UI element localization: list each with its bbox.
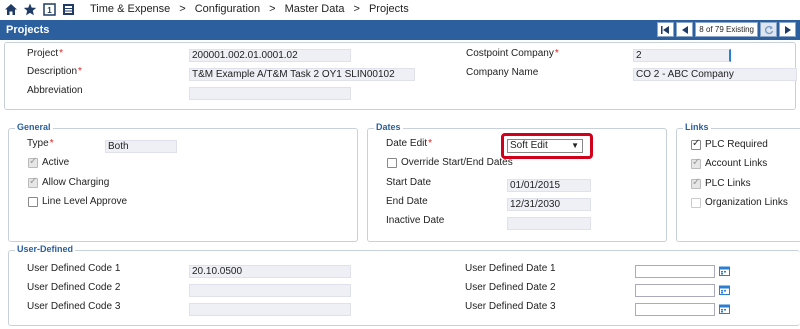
date-edit-label: Date Edit* <box>386 138 433 149</box>
user-defined-code-1-field[interactable]: 20.10.0500 <box>189 265 351 278</box>
user-defined-date-1-label: User Defined Date 1 <box>465 263 556 274</box>
start-date-label: Start Date <box>386 177 432 188</box>
description-field[interactable]: T&M Example A/T&M Task 2 OY1 SLIN00102 <box>189 68 415 81</box>
costpoint-company-field[interactable]: 2 <box>633 49 731 62</box>
dates-section: Dates Date Edit* Soft Edit ▼ Override St… <box>367 122 667 242</box>
previous-icon <box>681 25 688 34</box>
plc-links-label: PLC Links <box>705 178 751 189</box>
override-dates-checkbox[interactable] <box>387 158 397 168</box>
breadcrumb-item-master-data[interactable]: Master Data <box>285 3 345 15</box>
breadcrumb-separator: > <box>353 3 360 15</box>
links-section: Links PLC Required Account Links PLC Lin… <box>676 122 800 242</box>
organization-links-label: Organization Links <box>705 197 788 208</box>
links-section-title: Links <box>683 122 711 132</box>
home-icon[interactable] <box>3 1 19 17</box>
description-label: Description* <box>27 66 82 77</box>
project-header-panel: Project* 200001.002.01.0001.02 Descripti… <box>4 42 797 110</box>
user-defined-section: User-Defined User Defined Code 1 20.10.0… <box>8 244 800 326</box>
user-defined-code-2-field[interactable] <box>189 284 351 297</box>
breadcrumb: Time & Expense > Configuration > Master … <box>90 3 409 15</box>
breadcrumb-item-projects[interactable]: Projects <box>369 3 409 15</box>
allow-charging-checkbox[interactable] <box>28 176 38 188</box>
type-field[interactable]: Both <box>105 140 177 153</box>
previous-record-button[interactable] <box>676 22 694 37</box>
window-count-icon[interactable]: 1 <box>41 1 57 17</box>
company-name-label: Company Name <box>466 67 539 78</box>
start-date-field[interactable]: 01/01/2015 <box>507 179 591 192</box>
svg-text:1: 1 <box>47 6 52 15</box>
breadcrumb-item-configuration[interactable]: Configuration <box>195 3 260 15</box>
user-defined-date-2-field[interactable] <box>635 284 715 297</box>
user-defined-section-title: User-Defined <box>15 244 76 254</box>
next-record-button[interactable] <box>779 22 796 37</box>
breadcrumb-separator: > <box>179 3 186 15</box>
first-record-button[interactable] <box>657 22 675 37</box>
top-nav-bar: 1 Time & Expense > Configuration > Maste… <box>0 0 800 18</box>
account-links-label: Account Links <box>705 158 768 169</box>
first-icon <box>661 25 670 34</box>
type-label: Type* <box>27 138 54 149</box>
inactive-date-field[interactable] <box>507 217 591 230</box>
calendar-icon[interactable] <box>719 285 730 295</box>
abbreviation-label: Abbreviation <box>27 85 83 96</box>
refresh-button[interactable] <box>760 22 777 37</box>
calendar-icon[interactable] <box>719 304 730 314</box>
end-date-field[interactable]: 12/31/2030 <box>507 198 591 211</box>
line-level-approve-label: Line Level Approve <box>42 196 128 207</box>
page-title: Projects <box>6 24 50 36</box>
user-defined-code-1-label: User Defined Code 1 <box>27 263 121 274</box>
breadcrumb-item-time-expense[interactable]: Time & Expense <box>90 3 170 15</box>
next-icon <box>784 25 791 34</box>
date-edit-select[interactable]: Soft Edit ▼ <box>507 139 583 153</box>
calendar-icon[interactable] <box>719 266 730 276</box>
organization-links-checkbox[interactable] <box>691 198 701 208</box>
user-defined-date-3-label: User Defined Date 3 <box>465 301 556 312</box>
line-level-approve-checkbox[interactable] <box>28 197 38 207</box>
date-edit-value: Soft Edit <box>510 140 548 151</box>
refresh-icon <box>764 25 773 34</box>
dates-section-title: Dates <box>374 122 403 132</box>
general-section: General Type* Both Active Allow Charging… <box>8 122 358 242</box>
record-count: 8 of 79 Existing <box>695 22 758 37</box>
abbreviation-field[interactable] <box>189 87 351 100</box>
app-titlebar: Projects 8 of 79 Existing <box>0 20 800 40</box>
breadcrumb-separator: > <box>269 3 276 15</box>
menu-grid-icon[interactable] <box>60 1 76 17</box>
user-defined-code-3-field[interactable] <box>189 303 351 316</box>
record-pager: 8 of 79 Existing <box>657 22 796 37</box>
user-defined-code-2-label: User Defined Code 2 <box>27 282 121 293</box>
plc-links-checkbox[interactable] <box>691 177 701 189</box>
user-defined-date-3-field[interactable] <box>635 303 715 316</box>
user-defined-date-1-field[interactable] <box>635 265 715 278</box>
active-label: Active <box>42 157 70 168</box>
project-field[interactable]: 200001.002.01.0001.02 <box>189 49 351 62</box>
active-checkbox[interactable] <box>28 156 38 168</box>
account-links-checkbox[interactable] <box>691 157 701 169</box>
general-section-title: General <box>15 122 53 132</box>
allow-charging-label: Allow Charging <box>42 177 110 188</box>
star-icon[interactable] <box>22 1 38 17</box>
company-name-field: CO 2 - ABC Company <box>633 68 797 81</box>
end-date-label: End Date <box>386 196 428 207</box>
costpoint-company-label: Costpoint Company* <box>466 48 559 59</box>
user-defined-date-2-label: User Defined Date 2 <box>465 282 556 293</box>
inactive-date-label: Inactive Date <box>386 215 445 226</box>
override-dates-label: Override Start/End Dates <box>401 157 513 168</box>
user-defined-code-3-label: User Defined Code 3 <box>27 301 121 312</box>
project-label: Project* <box>27 48 64 59</box>
dropdown-arrow-icon: ▼ <box>571 141 579 150</box>
plc-required-label: PLC Required <box>705 139 768 150</box>
plc-required-checkbox[interactable] <box>691 138 701 150</box>
